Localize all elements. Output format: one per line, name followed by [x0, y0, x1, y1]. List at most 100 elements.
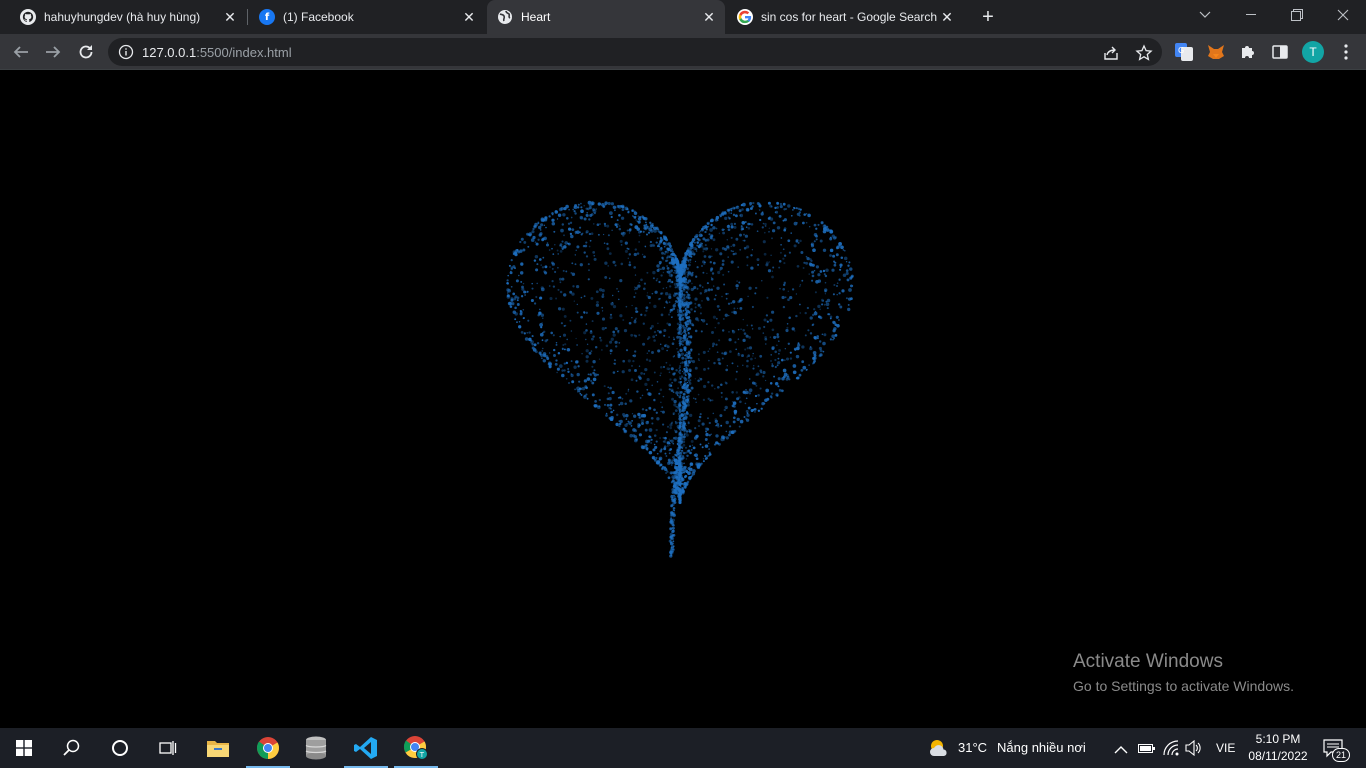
- heart-particle: [671, 252, 674, 256]
- heart-particle: [681, 339, 685, 343]
- input-language[interactable]: VIE: [1216, 741, 1235, 755]
- close-tab-icon[interactable]: ✕: [220, 7, 240, 27]
- tab-heart[interactable]: Heart ✕: [487, 0, 725, 34]
- search-icon[interactable]: [48, 728, 96, 768]
- google-translate-icon[interactable]: G: [1174, 42, 1194, 62]
- heart-particle: [657, 322, 659, 325]
- tab-facebook[interactable]: f (1) Facebook ✕: [249, 0, 485, 34]
- vscode-icon[interactable]: [342, 728, 390, 768]
- heart-particle: [681, 332, 684, 334]
- system-clock[interactable]: 5:10 PM 08/11/2022: [1244, 731, 1312, 765]
- heart-particle: [703, 384, 707, 389]
- heart-particle: [829, 237, 833, 241]
- heart-particle: [648, 428, 653, 432]
- heart-particle: [686, 276, 689, 278]
- heart-particle: [704, 444, 709, 448]
- close-tab-icon[interactable]: ✕: [937, 7, 957, 27]
- heart-particle: [719, 266, 723, 270]
- metamask-fox-icon[interactable]: [1206, 42, 1226, 62]
- heart-particle: [619, 279, 623, 283]
- database-icon[interactable]: [292, 728, 340, 768]
- heart-particle: [607, 201, 611, 206]
- reload-icon[interactable]: [73, 39, 99, 65]
- tab-title: (1) Facebook: [283, 10, 354, 24]
- weather-temperature[interactable]: 31°C: [958, 740, 987, 755]
- heart-particle: [597, 233, 600, 236]
- heart-particle: [665, 250, 669, 254]
- heart-particle: [796, 346, 800, 351]
- heart-particle: [695, 275, 698, 278]
- weather-icon[interactable]: [928, 737, 950, 764]
- forward-icon[interactable]: [40, 39, 66, 65]
- heart-particle: [799, 285, 801, 288]
- heart-particle: [684, 413, 686, 415]
- cortana-icon[interactable]: [96, 728, 144, 768]
- start-icon[interactable]: [0, 728, 48, 768]
- heart-particle: [676, 335, 680, 339]
- side-panel-icon[interactable]: [1270, 42, 1290, 62]
- heart-particle: [563, 324, 566, 327]
- heart-particle: [694, 329, 698, 333]
- heart-particle: [659, 388, 663, 391]
- wifi-icon[interactable]: [1163, 740, 1179, 761]
- heart-particle: [633, 266, 637, 269]
- heart-particle: [607, 392, 610, 395]
- heart-particle: [522, 282, 525, 285]
- heart-particle: [770, 354, 772, 356]
- heart-particle: [840, 256, 844, 259]
- heart-particle: [839, 266, 842, 269]
- chevron-up-icon[interactable]: [1114, 742, 1128, 760]
- back-icon[interactable]: [8, 39, 34, 65]
- heart-particle: [551, 247, 553, 250]
- tab-search-chevron-icon[interactable]: [1182, 0, 1228, 30]
- menu-kebab-icon[interactable]: [1336, 42, 1356, 62]
- heart-particle: [744, 402, 747, 405]
- bookmark-star-icon[interactable]: [1135, 44, 1153, 62]
- task-view-icon[interactable]: [144, 728, 192, 768]
- heart-particle: [714, 326, 717, 329]
- heart-particle: [583, 295, 586, 298]
- heart-particle: [751, 381, 755, 385]
- heart-particle: [677, 463, 679, 465]
- heart-particle: [595, 208, 597, 210]
- share-icon[interactable]: [1102, 44, 1120, 62]
- heart-particle: [809, 263, 812, 267]
- extensions-puzzle-icon[interactable]: [1238, 42, 1258, 62]
- heart-particle: [679, 430, 682, 433]
- tab-google-search[interactable]: sin cos for heart - Google Search ✕: [727, 0, 963, 34]
- heart-particle: [672, 272, 675, 274]
- heart-particle: [617, 330, 620, 333]
- heart-particle: [751, 305, 754, 309]
- minimize-icon[interactable]: [1228, 0, 1274, 30]
- heart-particle: [793, 347, 797, 351]
- heart-particle: [562, 344, 565, 346]
- heart-particle: [696, 241, 700, 244]
- battery-icon[interactable]: [1138, 741, 1156, 759]
- close-window-icon[interactable]: [1320, 0, 1366, 30]
- chrome-icon[interactable]: [244, 728, 292, 768]
- heart-particle: [695, 401, 697, 404]
- heart-particle: [689, 413, 693, 418]
- heart-particle: [833, 337, 836, 340]
- heart-particle: [646, 292, 649, 294]
- heart-particle: [625, 392, 628, 395]
- address-bar[interactable]: 127.0.0.1:5500/index.html: [108, 38, 1162, 66]
- chrome-profile-icon[interactable]: T: [392, 728, 440, 768]
- tab-github[interactable]: hahuyhungdev (hà huy hùng) ✕: [10, 0, 246, 34]
- heart-particle: [736, 280, 738, 282]
- heart-particle: [713, 443, 717, 446]
- heart-particle: [609, 340, 613, 344]
- restore-icon[interactable]: [1274, 0, 1320, 30]
- weather-description[interactable]: Nắng nhiều nơi: [997, 740, 1086, 755]
- close-tab-icon[interactable]: ✕: [699, 7, 719, 27]
- volume-icon[interactable]: [1185, 739, 1203, 761]
- heart-particle: [683, 329, 686, 331]
- site-info-icon[interactable]: [118, 44, 134, 60]
- profile-avatar[interactable]: T: [1302, 41, 1324, 63]
- close-tab-icon[interactable]: ✕: [459, 7, 479, 27]
- heart-particle: [553, 354, 556, 357]
- file-explorer-icon[interactable]: [194, 728, 242, 768]
- heart-particle: [556, 249, 559, 252]
- new-tab-button[interactable]: +: [976, 5, 1000, 29]
- heart-particle: [567, 381, 571, 385]
